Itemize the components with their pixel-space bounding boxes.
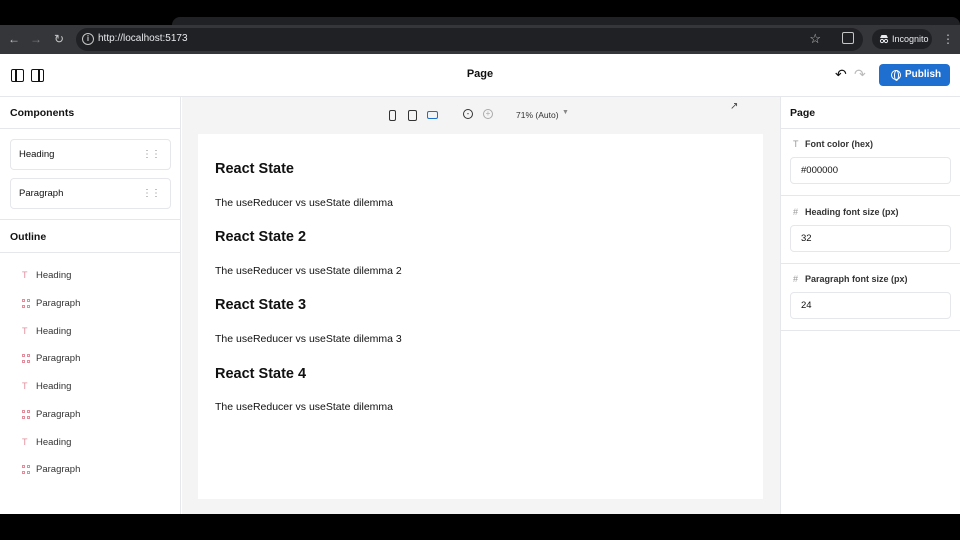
address-bar[interactable]: i http://localhost:5173 ☆ bbox=[76, 28, 863, 51]
zoom-out-icon[interactable]: - bbox=[463, 109, 473, 119]
component-label: Heading bbox=[19, 149, 55, 160]
page-canvas[interactable]: React State The useReducer vs useState d… bbox=[198, 134, 763, 499]
hash-icon: # bbox=[793, 207, 799, 217]
grid-icon bbox=[22, 410, 31, 419]
outline-item[interactable]: T Heading bbox=[22, 325, 71, 339]
zoom-in-icon[interactable]: + bbox=[483, 109, 493, 119]
outline-item-label: Paragraph bbox=[36, 464, 81, 475]
font-color-input[interactable]: #000000 bbox=[790, 157, 951, 184]
paragraph-size-input[interactable]: 24 bbox=[790, 292, 951, 319]
canvas-paragraph[interactable]: The useReducer vs useState dilemma bbox=[215, 401, 393, 413]
outline-item-label: Paragraph bbox=[36, 409, 81, 420]
grid-icon bbox=[22, 299, 31, 308]
font-color-label: T Font color (hex) bbox=[793, 139, 873, 149]
text-icon: T bbox=[22, 326, 28, 336]
bookmark-star-icon[interactable]: ☆ bbox=[809, 31, 821, 47]
hash-icon: # bbox=[793, 274, 799, 284]
app-header: Page ↶ ↷ Publish bbox=[0, 54, 960, 97]
text-icon: T bbox=[22, 381, 28, 391]
reload-icon[interactable]: ↻ bbox=[52, 32, 66, 46]
canvas-heading[interactable]: React State 3 bbox=[215, 297, 306, 313]
outline-item-label: Heading bbox=[36, 270, 72, 281]
url-text: http://localhost:5173 bbox=[98, 33, 188, 44]
canvas-area: - + 71% (Auto) ▼ React State The useRedu… bbox=[182, 97, 780, 514]
divider bbox=[0, 128, 181, 129]
canvas-heading[interactable]: React State 2 bbox=[215, 229, 306, 245]
undo-icon[interactable]: ↶ bbox=[835, 67, 847, 81]
browser-tab[interactable] bbox=[172, 17, 960, 25]
divider bbox=[0, 219, 181, 220]
grid-icon bbox=[22, 465, 31, 474]
outline-item-label: Heading bbox=[36, 437, 72, 448]
desktop-view-icon[interactable] bbox=[427, 111, 438, 119]
label-text: Font color (hex) bbox=[805, 139, 873, 149]
outline-title: Outline bbox=[10, 231, 47, 243]
text-icon: T bbox=[22, 270, 28, 280]
heading-size-input[interactable]: 32 bbox=[790, 225, 951, 252]
browser-toolbar: ← → ↻ i http://localhost:5173 ☆ Incognit… bbox=[0, 25, 960, 54]
publish-label: Publish bbox=[905, 69, 942, 80]
incognito-label: Incognito bbox=[892, 34, 929, 44]
bottom-bar bbox=[0, 514, 960, 540]
forward-icon[interactable]: → bbox=[29, 32, 43, 46]
globe-icon bbox=[891, 70, 901, 81]
text-icon: T bbox=[22, 437, 28, 447]
divider bbox=[781, 330, 960, 331]
viewport-controls: - + 71% (Auto) ▼ bbox=[182, 97, 780, 133]
chevron-down-icon[interactable]: ▼ bbox=[562, 109, 569, 116]
label-text: Paragraph font size (px) bbox=[805, 274, 908, 284]
outline-item-label: Paragraph bbox=[36, 353, 81, 364]
outline-item[interactable]: Paragraph bbox=[22, 463, 80, 477]
left-sidebar: Components Heading ⋮⋮ Paragraph ⋮⋮ Outli… bbox=[0, 97, 181, 514]
browser-menu-icon[interactable]: ⋮ bbox=[942, 32, 954, 46]
canvas-heading[interactable]: React State 4 bbox=[215, 366, 306, 382]
mobile-view-icon[interactable] bbox=[389, 110, 396, 121]
outline-item[interactable]: T Heading bbox=[22, 269, 71, 283]
canvas-paragraph[interactable]: The useReducer vs useState dilemma 2 bbox=[215, 265, 402, 277]
outline-item-label: Heading bbox=[36, 381, 72, 392]
divider bbox=[781, 128, 960, 129]
publish-button[interactable]: Publish bbox=[879, 64, 950, 86]
divider bbox=[781, 263, 960, 264]
component-paragraph[interactable]: Paragraph ⋮⋮ bbox=[10, 178, 171, 209]
canvas-heading[interactable]: React State bbox=[215, 161, 294, 177]
canvas-paragraph[interactable]: The useReducer vs useState dilemma bbox=[215, 197, 393, 209]
outline-item[interactable]: T Heading bbox=[22, 436, 71, 450]
mouse-cursor-icon: ↗ bbox=[730, 101, 739, 112]
back-icon[interactable]: ← bbox=[7, 32, 21, 46]
outline-item[interactable]: T Heading bbox=[22, 380, 71, 394]
zoom-select[interactable]: 71% (Auto) bbox=[516, 110, 559, 120]
component-label: Paragraph bbox=[19, 188, 64, 199]
outline-item[interactable]: Paragraph bbox=[22, 297, 80, 311]
canvas-paragraph[interactable]: The useReducer vs useState dilemma 3 bbox=[215, 333, 402, 345]
extensions-icon[interactable] bbox=[842, 32, 854, 44]
incognito-icon bbox=[879, 35, 889, 44]
page-builder-app: Page ↶ ↷ Publish Components Heading ⋮⋮ P… bbox=[0, 54, 960, 514]
screen: ← → ↻ i http://localhost:5173 ☆ Incognit… bbox=[0, 0, 960, 540]
page-title: Page bbox=[466, 68, 494, 80]
properties-title: Page bbox=[790, 107, 816, 119]
outline-item[interactable]: Paragraph bbox=[22, 352, 80, 366]
components-title: Components bbox=[10, 107, 75, 119]
redo-icon[interactable]: ↷ bbox=[854, 67, 866, 81]
drag-handle-icon[interactable]: ⋮⋮ bbox=[142, 179, 161, 208]
outline-item-label: Heading bbox=[36, 326, 72, 337]
site-info-icon[interactable]: i bbox=[82, 33, 94, 45]
heading-size-label: # Heading font size (px) bbox=[793, 207, 899, 217]
browser-tab-strip bbox=[0, 0, 960, 25]
outline-item[interactable]: Paragraph bbox=[22, 408, 80, 422]
label-text: Heading font size (px) bbox=[805, 207, 899, 217]
properties-panel: Page T Font color (hex) #000000 # Headin… bbox=[780, 97, 960, 514]
component-heading[interactable]: Heading ⋮⋮ bbox=[10, 139, 171, 170]
incognito-badge[interactable]: Incognito bbox=[872, 29, 932, 49]
text-icon: T bbox=[793, 139, 799, 149]
drag-handle-icon[interactable]: ⋮⋮ bbox=[142, 140, 161, 169]
tablet-view-icon[interactable] bbox=[408, 110, 417, 121]
divider bbox=[781, 195, 960, 196]
grid-icon bbox=[22, 354, 31, 363]
outline-item-label: Paragraph bbox=[36, 298, 81, 309]
paragraph-size-label: # Paragraph font size (px) bbox=[793, 274, 908, 284]
divider bbox=[0, 252, 181, 253]
